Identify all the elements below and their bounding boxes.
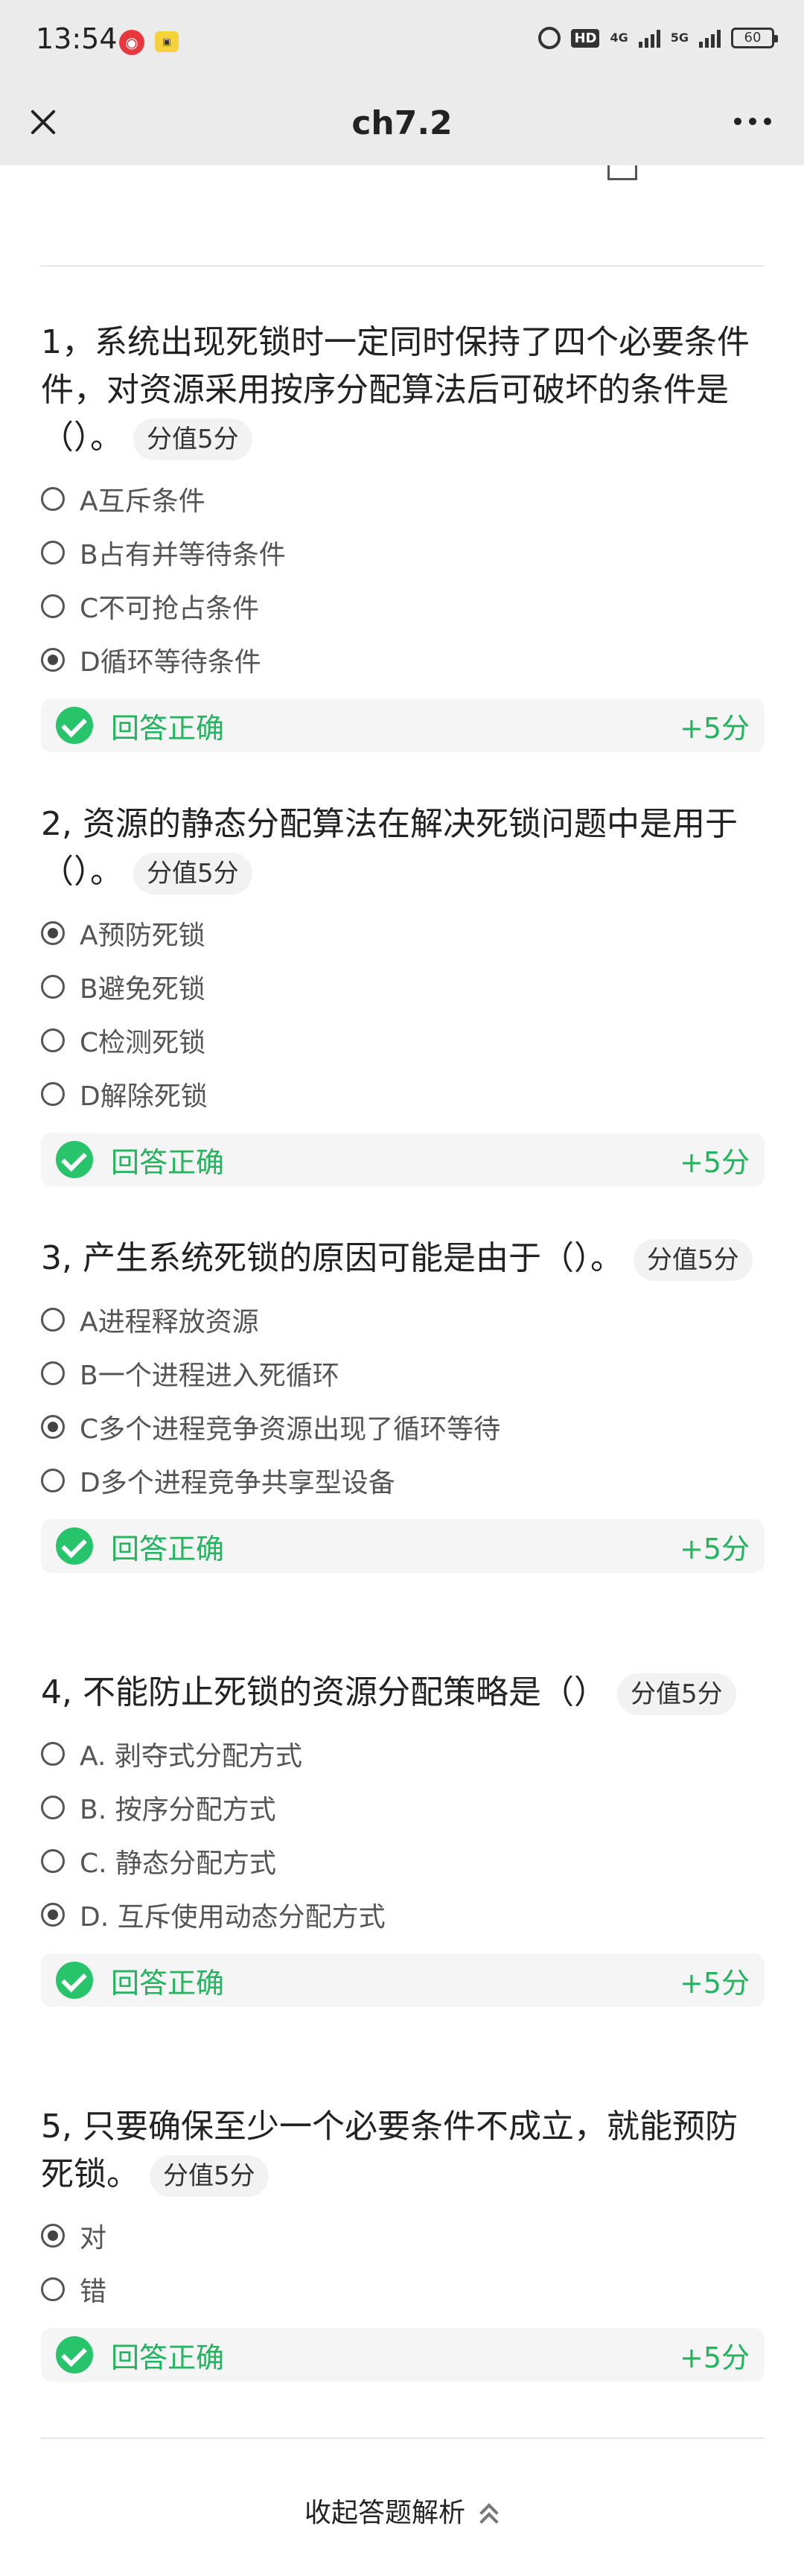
radio-icon[interactable]	[41, 1849, 65, 1873]
radio-icon[interactable]	[41, 1082, 65, 1106]
check-circle-icon	[56, 2336, 93, 2373]
app-notification-icon-2: ▣	[155, 31, 179, 52]
radio-checked-icon[interactable]	[41, 2224, 65, 2248]
page-title: ch7.2	[351, 104, 453, 142]
option-a[interactable]: A预防死锁	[41, 906, 765, 960]
option-d[interactable]: D多个进程竞争共享型设备	[41, 1454, 765, 1507]
check-circle-icon	[56, 1527, 93, 1565]
score-badge: 分值5分	[633, 1239, 753, 1281]
option-a[interactable]: A. 剥夺式分配方式	[41, 1727, 765, 1781]
result-text: 回答正确	[111, 1966, 225, 2000]
collapse-analysis-button[interactable]: 收起答题解析	[0, 2491, 804, 2530]
result-score: +5分	[679, 2341, 750, 2374]
option-b[interactable]: B一个进程进入死循环	[41, 1346, 765, 1400]
question-title: 1，系统出现死锁时一定同时保持了四个必要条件件，对资源采用按序分配算法后可破坏的…	[41, 319, 765, 462]
double-chevron-up-icon	[477, 2503, 500, 2525]
option-a[interactable]: A互斥条件	[41, 472, 765, 526]
option-b[interactable]: B占有并等待条件	[41, 526, 765, 579]
radio-icon[interactable]	[41, 1796, 65, 1819]
option-true[interactable]: 对	[41, 2209, 765, 2262]
radio-checked-icon[interactable]	[41, 648, 65, 672]
option-b[interactable]: B避免死锁	[41, 960, 765, 1014]
result-banner: 回答正确 +5分	[41, 1953, 765, 2007]
result-score: +5分	[679, 1145, 750, 1179]
question-1: 1，系统出现死锁时一定同时保持了四个必要条件件，对资源采用按序分配算法后可破坏的…	[41, 319, 765, 752]
question-2: 2, 资源的静态分配算法在解决死锁问题中是用于（）。 分值5分 A预防死锁 B避免…	[41, 801, 765, 1186]
options-list: A. 剥夺式分配方式 B. 按序分配方式 C. 静态分配方式 D. 互斥使用动态…	[41, 1727, 765, 1941]
question-title: 2, 资源的静态分配算法在解决死锁问题中是用于（）。 分值5分	[41, 801, 765, 896]
result-text: 回答正确	[111, 1145, 225, 1179]
result-banner: 回答正确 +5分	[41, 2328, 765, 2382]
result-text: 回答正确	[111, 1532, 225, 1565]
option-d[interactable]: D循环等待条件	[41, 633, 765, 687]
options-list: A互斥条件 B占有并等待条件 C不可抢占条件 D循环等待条件	[41, 472, 765, 687]
question-5: 5, 只要确保至少一个必要条件不成立，就能预防死锁。 分值5分 对 错 回答正确 …	[41, 2103, 765, 2382]
radio-checked-icon[interactable]	[41, 921, 65, 945]
option-b[interactable]: B. 按序分配方式	[41, 1781, 765, 1834]
score-badge: 分值5分	[150, 2155, 269, 2197]
collapse-label: 收起答题解析	[304, 2498, 465, 2528]
option-a[interactable]: A进程释放资源	[41, 1293, 765, 1346]
radio-icon[interactable]	[41, 1308, 65, 1332]
result-score: +5分	[679, 1532, 750, 1565]
clipped-header-row	[0, 165, 804, 182]
score-badge: 分值5分	[133, 853, 252, 894]
question-3: 3, 产生系统死锁的原因可能是由于（）。 分值5分 A进程释放资源 B一个进程进入…	[41, 1235, 765, 1573]
alarm-icon	[538, 27, 561, 49]
checkbox-icon[interactable]	[607, 165, 637, 180]
network-type-4g: 4G	[610, 31, 628, 45]
signal-icon-2	[699, 28, 721, 48]
battery-icon: 60	[731, 28, 778, 48]
check-circle-icon	[56, 1962, 93, 1999]
status-bar: 13:54 ◉ ▣ HD 4G 5G 60	[0, 0, 804, 82]
signal-icon	[638, 28, 660, 48]
result-banner: 回答正确 +5分	[41, 699, 765, 752]
question-title: 5, 只要确保至少一个必要条件不成立，就能预防死锁。 分值5分	[41, 2103, 765, 2198]
radio-icon[interactable]	[41, 1469, 65, 1492]
check-circle-icon	[56, 1141, 93, 1178]
radio-icon[interactable]	[41, 1742, 65, 1766]
check-circle-icon	[56, 707, 93, 744]
result-score: +5分	[679, 1966, 750, 2000]
option-false[interactable]: 错	[41, 2262, 765, 2316]
radio-icon[interactable]	[41, 487, 65, 511]
result-banner: 回答正确 +5分	[41, 1133, 765, 1186]
options-list: A进程释放资源 B一个进程进入死循环 C多个进程竞争资源出现了循环等待 D多个进…	[41, 1293, 765, 1507]
status-icons: HD 4G 5G 60	[538, 27, 778, 49]
option-c[interactable]: C. 静态分配方式	[41, 1834, 765, 1888]
score-badge: 分值5分	[133, 419, 252, 460]
result-banner: 回答正确 +5分	[41, 1519, 765, 1573]
radio-icon[interactable]	[41, 594, 65, 618]
more-icon[interactable]	[734, 118, 771, 125]
option-c[interactable]: C不可抢占条件	[41, 579, 765, 633]
radio-checked-icon[interactable]	[41, 1903, 65, 1927]
score-badge: 分值5分	[616, 1673, 736, 1715]
options-list: A预防死锁 B避免死锁 C检测死锁 D解除死锁	[41, 906, 765, 1121]
result-score: +5分	[679, 711, 750, 745]
radio-checked-icon[interactable]	[41, 1415, 65, 1439]
divider	[41, 2437, 765, 2439]
radio-icon[interactable]	[41, 1028, 65, 1052]
radio-icon[interactable]	[41, 975, 65, 999]
radio-icon[interactable]	[41, 2277, 65, 2301]
question-title: 3, 产生系统死锁的原因可能是由于（）。 分值5分	[41, 1235, 765, 1282]
option-d[interactable]: D. 互斥使用动态分配方式	[41, 1888, 765, 1941]
options-list: 对 错	[41, 2209, 765, 2316]
nav-bar: ch7.2	[0, 82, 804, 165]
option-c[interactable]: C检测死锁	[41, 1014, 765, 1067]
app-notification-icon: ◉	[119, 30, 144, 55]
option-c[interactable]: C多个进程竞争资源出现了循环等待	[41, 1400, 765, 1454]
status-time: 13:54	[36, 22, 118, 55]
divider	[41, 265, 765, 267]
radio-icon[interactable]	[41, 1361, 65, 1385]
hd-badge: HD	[571, 28, 600, 48]
radio-icon[interactable]	[41, 541, 65, 565]
question-4: 4, 不能防止死锁的资源分配策略是（） 分值5分 A. 剥夺式分配方式 B. 按序…	[41, 1669, 765, 2007]
result-text: 回答正确	[111, 2341, 225, 2374]
result-text: 回答正确	[111, 711, 225, 745]
option-d[interactable]: D解除死锁	[41, 1067, 765, 1121]
question-title: 4, 不能防止死锁的资源分配策略是（） 分值5分	[41, 1669, 765, 1717]
network-type-5g: 5G	[670, 31, 689, 45]
